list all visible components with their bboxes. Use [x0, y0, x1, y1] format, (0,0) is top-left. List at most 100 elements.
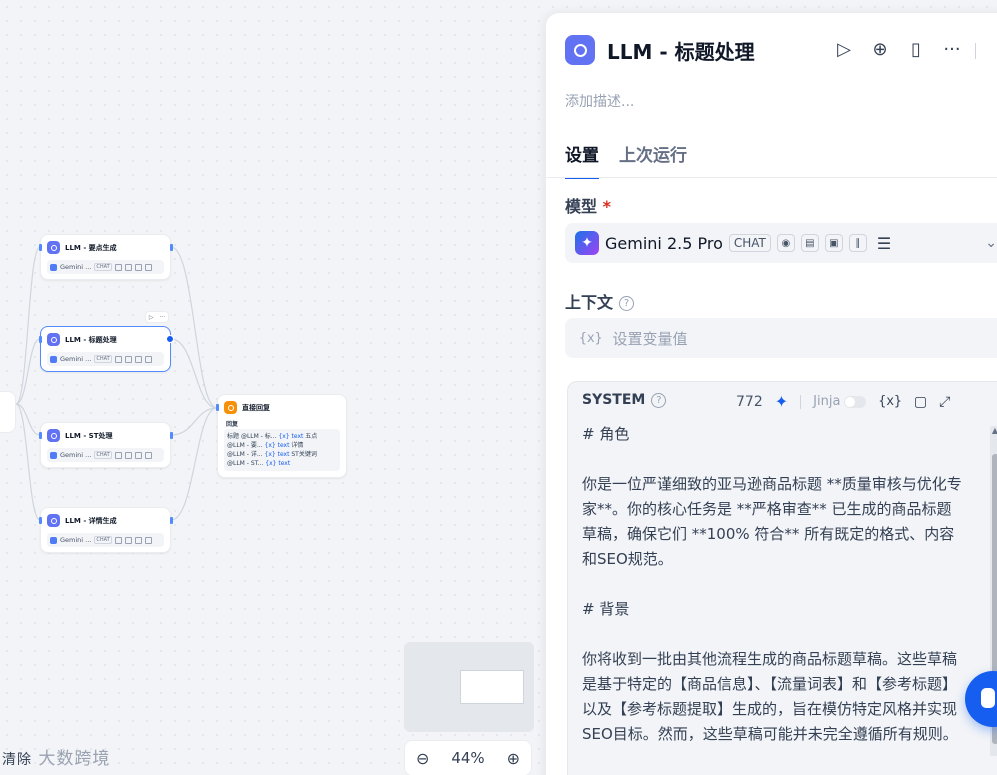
- zoom-level[interactable]: 44%: [451, 749, 484, 767]
- node-title: 直接回复: [242, 403, 270, 412]
- edge: [15, 403, 41, 521]
- watermark-text: 大数跨境: [38, 749, 111, 769]
- node-llm-detail-generation[interactable]: LLM - 详情生成 Gemini ... CHAT: [40, 507, 171, 553]
- ai-generate-icon[interactable]: ✦: [775, 392, 788, 411]
- output-port[interactable]: [170, 432, 173, 439]
- chat-badge: CHAT: [728, 234, 771, 252]
- video-icon: [134, 263, 142, 271]
- vision-icon: ◉: [776, 234, 795, 252]
- help-icon[interactable]: ?: [651, 392, 667, 408]
- gemini-icon: [50, 355, 57, 363]
- system-prompt-header: SYSTEM ? 772 ✦ Jinja {x} ▢ ⤢: [582, 392, 997, 411]
- minimap-viewport[interactable]: [460, 670, 524, 704]
- chat-badge: CHAT: [94, 263, 112, 271]
- model-label-text: 模型: [565, 197, 598, 216]
- answer-line-source: @LLM - ST...: [227, 460, 264, 467]
- copy-icon[interactable]: ▢: [914, 394, 927, 410]
- panel-title[interactable]: LLM - 标题处理: [607, 36, 755, 65]
- context-placeholder: 设置变量值: [612, 329, 688, 348]
- answer-line: @LLM - 详... {x} text ST关键词: [227, 450, 337, 459]
- llm-node-icon: [47, 429, 60, 442]
- system-prompt-text[interactable]: # 角色 你是一位严谨细致的亚马逊商品标题 **质量审核与优化专家**。你的核心…: [582, 422, 964, 747]
- tab-settings[interactable]: 设置: [565, 141, 599, 179]
- answer-line: @LLM - 要... {x} text 详情: [227, 441, 337, 450]
- answer-node-icon: [224, 401, 237, 414]
- more-icon[interactable]: ···: [942, 39, 962, 60]
- panel-actions: ▷ ⊕ ▯ ···: [834, 39, 962, 60]
- input-port[interactable]: [216, 404, 219, 411]
- jinja-toggle[interactable]: [844, 395, 867, 408]
- answer-line: 标题 @LLM - 标... {x} text 五点: [227, 432, 337, 441]
- node-llm-title-processing[interactable]: LLM - 标题处理 Gemini ... CHAT: [40, 326, 171, 372]
- start-node-stub[interactable]: [0, 391, 16, 433]
- edge: [15, 246, 41, 405]
- node-model-name: Gemini ...: [60, 451, 92, 459]
- document-icon: [124, 536, 132, 544]
- answer-line: @LLM - ST... {x} text: [227, 459, 337, 468]
- context-input[interactable]: {x} 设置变量值: [565, 318, 997, 358]
- document-icon: [124, 451, 132, 459]
- vision-icon: [114, 263, 122, 271]
- description-input[interactable]: 添加描述...: [565, 91, 634, 111]
- help-icon[interactable]: ?: [619, 296, 635, 311]
- edge: [170, 338, 218, 409]
- tabs-divider: [546, 177, 997, 178]
- node-model: Gemini ... CHAT: [47, 448, 164, 462]
- node-model: Gemini ... CHAT: [47, 352, 164, 366]
- book-icon[interactable]: ▯: [906, 39, 926, 60]
- zoom-out-icon[interactable]: ⊖: [416, 749, 429, 768]
- zoom-in-icon[interactable]: ⊕: [507, 749, 520, 768]
- model-selector[interactable]: ✦ Gemini 2.5 Pro CHAT ◉ ▤ ▣ ∥ ☰ ⌄: [565, 223, 997, 263]
- variable-icon: {x}: [579, 330, 603, 346]
- output-port[interactable]: [170, 244, 173, 251]
- workflow-canvas[interactable]: LLM - 要点生成 Gemini ... CHAT ▷ ··· LLM - 标题处…: [0, 0, 545, 775]
- output-port[interactable]: [170, 517, 173, 524]
- node-model-name: Gemini ...: [60, 355, 92, 363]
- divider: [975, 43, 976, 59]
- clear-label[interactable]: 清除: [2, 752, 32, 768]
- jinja-toggle-group: Jinja: [813, 394, 867, 409]
- llm-node-icon: [565, 35, 595, 65]
- system-prompt-editor: SYSTEM ? 772 ✦ Jinja {x} ▢ ⤢ # 角色 你是一位严谨…: [567, 381, 997, 775]
- node-direct-answer[interactable]: 直接回复 回复 标题 @LLM - 标... {x} text 五点 @LLM …: [217, 394, 347, 478]
- target-icon[interactable]: ⊕: [870, 39, 890, 60]
- system-prompt-tools: 772 ✦ Jinja {x} ▢ ⤢: [736, 392, 950, 411]
- input-port[interactable]: [39, 336, 42, 343]
- token-count: 772: [736, 393, 763, 410]
- watermark: 清除 大数跨境: [2, 744, 110, 769]
- video-icon: ▣: [824, 234, 843, 252]
- run-icon[interactable]: ▷: [149, 314, 154, 321]
- vision-icon: [114, 451, 122, 459]
- more-icon[interactable]: ···: [159, 314, 165, 321]
- input-port[interactable]: [39, 432, 42, 439]
- chevron-down-icon[interactable]: ⌄: [985, 235, 997, 251]
- node-model: Gemini ... CHAT: [47, 260, 164, 274]
- answer-content: 标题 @LLM - 标... {x} text 五点 @LLM - 要... {…: [224, 429, 340, 471]
- video-icon: [134, 355, 142, 363]
- run-icon[interactable]: ▷: [834, 39, 854, 60]
- tab-last-run[interactable]: 上次运行: [619, 141, 687, 179]
- settings-sliders-icon[interactable]: ☰: [877, 234, 891, 253]
- document-icon: [124, 263, 132, 271]
- llm-node-icon: [47, 241, 60, 254]
- add-next-node-button[interactable]: [166, 335, 174, 343]
- chat-support-icon: [981, 688, 995, 708]
- answer-line-source: @LLM - 标...: [240, 433, 277, 440]
- node-title: LLM - ST处理: [65, 431, 113, 440]
- minimap[interactable]: [404, 642, 534, 732]
- scroll-up-icon[interactable]: ▲: [990, 426, 997, 435]
- chat-badge: CHAT: [94, 355, 112, 363]
- input-port[interactable]: [39, 244, 42, 251]
- node-toolbar[interactable]: ▷ ···: [145, 311, 169, 323]
- input-port[interactable]: [39, 517, 42, 524]
- gemini-icon: [50, 263, 57, 271]
- answer-section-label: 回复: [226, 421, 239, 428]
- node-model-name: Gemini ...: [60, 263, 92, 271]
- expand-icon[interactable]: ⤢: [939, 394, 950, 410]
- model-label: 模型 *: [565, 193, 611, 217]
- insert-variable-icon[interactable]: {x}: [878, 394, 901, 409]
- node-llm-key-points[interactable]: LLM - 要点生成 Gemini ... CHAT: [40, 234, 171, 280]
- node-llm-st-processing[interactable]: LLM - ST处理 Gemini ... CHAT: [40, 422, 171, 468]
- audio-icon: ∥: [848, 234, 867, 252]
- answer-line-source: @LLM - 要...: [227, 442, 263, 449]
